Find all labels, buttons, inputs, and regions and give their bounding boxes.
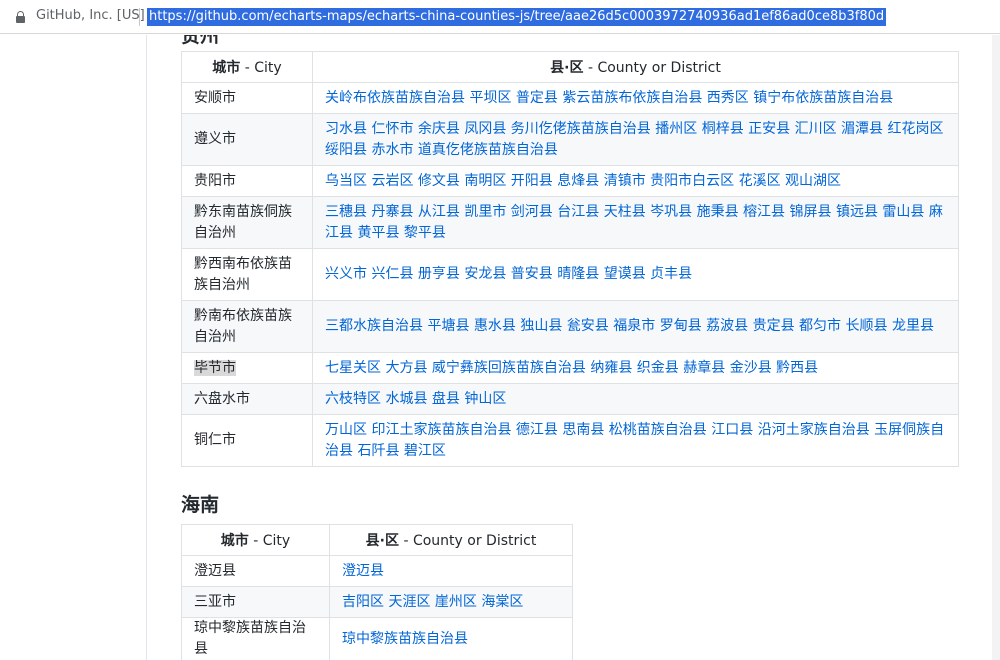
- city-cell: 黔西南布依族苗族自治州: [181, 248, 313, 301]
- table-row: 黔东南苗族侗族自治州 三穗县 丹寨县 从江县 凯里市 剑河县 台江县 天柱县 岑…: [181, 196, 959, 249]
- district-links[interactable]: 吉阳区 天涯区 崖州区 海棠区: [329, 586, 573, 618]
- lock-icon: [16, 11, 25, 23]
- district-links[interactable]: 习水县 仁怀市 余庆县 凤冈县 务川仡佬族苗族自治县 播州区 桐梓县 正安县 汇…: [312, 113, 959, 166]
- city-cell: 澄迈县: [181, 555, 330, 587]
- table-row: 澄迈县 澄迈县: [181, 555, 573, 587]
- city-cell: 黔东南苗族侗族自治州: [181, 196, 313, 249]
- address-divider: [139, 8, 140, 26]
- district-links[interactable]: 澄迈县: [329, 555, 573, 587]
- city-cell: 铜仁市: [181, 414, 313, 467]
- city-cell: 遵义市: [181, 113, 313, 166]
- city-column-header: 城市 - City: [181, 524, 330, 556]
- district-links[interactable]: 六枝特区 水城县 盘县 钟山区: [312, 383, 959, 415]
- guizhou-heading: 贵州: [181, 35, 220, 47]
- city-cell-highlighted: 毕节市: [181, 352, 313, 384]
- city-cell: 贵阳市: [181, 165, 313, 197]
- city-cell: 黔南布依族苗族自治州: [181, 300, 313, 353]
- table-row: 琼中黎族苗族自治县 琼中黎族苗族自治县: [181, 617, 573, 660]
- table-row: 黔西南布依族苗族自治州 兴义市 兴仁县 册亨县 安龙县 普安县 晴隆县 望谟县 …: [181, 248, 959, 301]
- city-cell: 六盘水市: [181, 383, 313, 415]
- table-header-row: 城市 - City 县·区 - County or District: [181, 524, 573, 556]
- district-links[interactable]: 乌当区 云岩区 修文县 南明区 开阳县 息烽县 清镇市 贵阳市白云区 花溪区 观…: [312, 165, 959, 197]
- table-row: 遵义市 习水县 仁怀市 余庆县 凤冈县 务川仡佬族苗族自治县 播州区 桐梓县 正…: [181, 113, 959, 166]
- district-column-header: 县·区 - County or District: [312, 51, 959, 83]
- left-margin: [0, 35, 147, 660]
- district-links[interactable]: 三都水族自治县 平塘县 惠水县 独山县 瓮安县 福泉市 罗甸县 荔波县 贵定县 …: [312, 300, 959, 353]
- city-cell: 琼中黎族苗族自治县: [181, 617, 330, 660]
- district-links[interactable]: 万山区 印江土家族苗族自治县 德江县 思南县 松桃苗族自治县 江口县 沿河土家族…: [312, 414, 959, 467]
- site-identity[interactable]: GitHub, Inc. [US]: [36, 8, 145, 23]
- city-cell: 安顺市: [181, 82, 313, 114]
- city-column-header: 城市 - City: [181, 51, 313, 83]
- city-cell: 三亚市: [181, 586, 330, 618]
- district-links[interactable]: 关岭布依族苗族自治县 平坝区 普定县 紫云苗族布依族自治县 西秀区 镇宁布依族苗…: [312, 82, 959, 114]
- district-links[interactable]: 七星关区 大方县 威宁彝族回族苗族自治县 纳雍县 织金县 赫章县 金沙县 黔西县: [312, 352, 959, 384]
- table-row: 六盘水市 六枝特区 水城县 盘县 钟山区: [181, 383, 959, 415]
- table-row: 安顺市 关岭布依族苗族自治县 平坝区 普定县 紫云苗族布依族自治县 西秀区 镇宁…: [181, 82, 959, 114]
- district-column-header: 县·区 - County or District: [329, 524, 573, 556]
- selected-city-text: 毕节市: [194, 359, 236, 376]
- table-row: 黔南布依族苗族自治州 三都水族自治县 平塘县 惠水县 独山县 瓮安县 福泉市 罗…: [181, 300, 959, 353]
- hainan-heading: 海南: [181, 494, 220, 516]
- table-header-row: 城市 - City 县·区 - County or District: [181, 51, 959, 83]
- url-text[interactable]: https://github.com/echarts-maps/echarts-…: [147, 8, 887, 26]
- district-links[interactable]: 琼中黎族苗族自治县: [329, 617, 573, 660]
- markdown-content: 贵州 城市 - City 县·区 - County or District 安顺…: [148, 35, 992, 660]
- table-row: 铜仁市 万山区 印江土家族苗族自治县 德江县 思南县 松桃苗族自治县 江口县 沿…: [181, 414, 959, 467]
- table-row: 毕节市 七星关区 大方县 威宁彝族回族苗族自治县 纳雍县 织金县 赫章县 金沙县…: [181, 352, 959, 384]
- scrollbar[interactable]: [992, 35, 1000, 660]
- district-links[interactable]: 兴义市 兴仁县 册亨县 安龙县 普安县 晴隆县 望谟县 贞丰县: [312, 248, 959, 301]
- table-row: 三亚市 吉阳区 天涯区 崖州区 海棠区: [181, 586, 573, 618]
- address-bar[interactable]: GitHub, Inc. [US] https://github.com/ech…: [0, 0, 1000, 34]
- hainan-table: 城市 - City 县·区 - County or District 澄迈县 澄…: [181, 524, 573, 660]
- district-links[interactable]: 三穗县 丹寨县 从江县 凯里市 剑河县 台江县 天柱县 岑巩县 施秉县 榕江县 …: [312, 196, 959, 249]
- table-row: 贵阳市 乌当区 云岩区 修文县 南明区 开阳县 息烽县 清镇市 贵阳市白云区 花…: [181, 165, 959, 197]
- guizhou-table: 城市 - City 县·区 - County or District 安顺市 关…: [181, 51, 959, 467]
